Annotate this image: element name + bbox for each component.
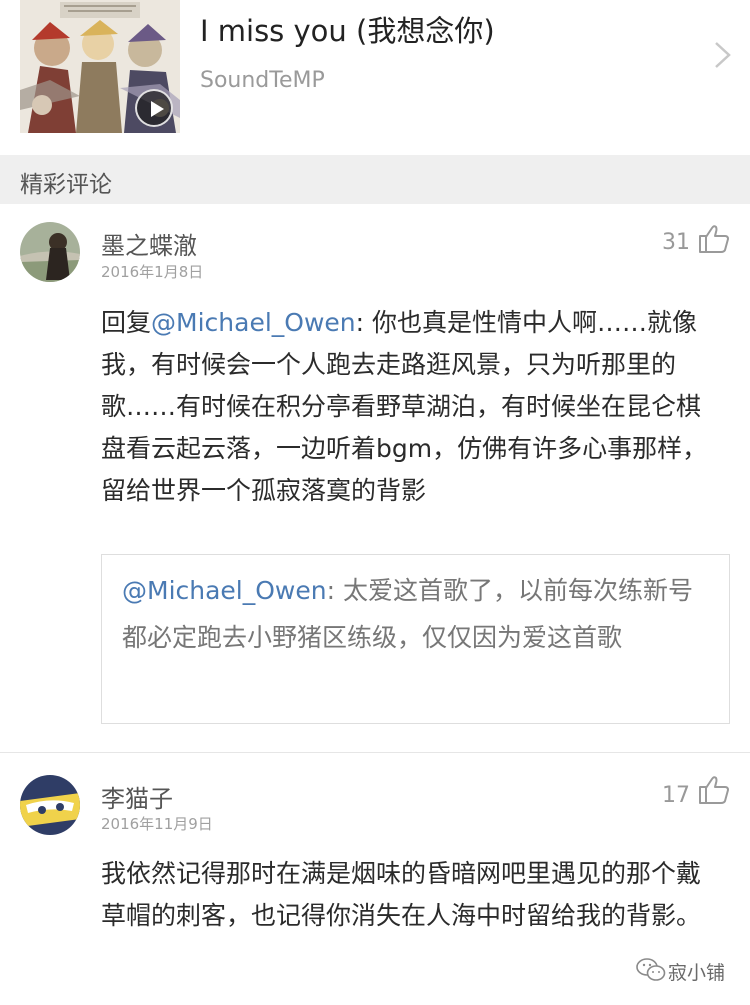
avatar[interactable]: [20, 222, 80, 282]
username[interactable]: 李猫子: [101, 779, 173, 814]
quoted-mention-link[interactable]: @Michael_Owen: [122, 576, 327, 605]
comment-text: 我依然记得那时在满是烟味的昏暗网吧里遇见的那个戴草帽的刺客，也记得你消失在人海中…: [101, 859, 702, 930]
avatar[interactable]: [20, 775, 80, 835]
song-title: I miss you (我想念你): [200, 14, 495, 48]
like-count: 31: [662, 230, 690, 255]
like-count: 17: [662, 783, 690, 808]
song-header[interactable]: I miss you (我想念你) SoundTeMP: [0, 0, 750, 155]
comment-text: 回复@Michael_Owen: 你也真是性情中人啊……就像我，有时候会一个人跑…: [101, 302, 721, 512]
mention-link[interactable]: @Michael_Owen: [151, 308, 356, 337]
section-header: 精彩评论: [0, 155, 750, 204]
song-artist[interactable]: SoundTeMP: [200, 68, 325, 93]
avatar-image: [20, 775, 80, 835]
comment-date: 2016年1月8日: [101, 263, 204, 281]
quoted-comment: @Michael_Owen: 太爱这首歌了，以前每次练新号都必定跑去小野猪区练级…: [101, 554, 730, 724]
username[interactable]: 墨之蝶澈: [101, 226, 197, 261]
reply-prefix: 回复: [101, 308, 152, 337]
avatar-image: [20, 222, 80, 282]
watermark-text: 寂小铺: [668, 962, 726, 984]
thumbs-up-icon[interactable]: [698, 775, 730, 805]
comment-content: : 你也真是性情中人啊……就像我，有时候会一个人跑去走路逛风景，只为听那里的歌……: [101, 308, 708, 505]
thumbs-up-icon[interactable]: [698, 224, 730, 254]
quoted-text: @Michael_Owen: 太爱这首歌了，以前每次练新号都必定跑去小野猪区练级…: [122, 567, 709, 661]
chevron-right-icon[interactable]: [712, 40, 734, 70]
comment-date: 2016年11月9日: [101, 815, 213, 833]
wechat-icon: [636, 958, 666, 981]
comment-item: 墨之蝶澈 2016年1月8日 31 回复@Michael_Owen: 你也真是性…: [0, 204, 750, 751]
section-title: 精彩评论: [20, 172, 112, 198]
play-button[interactable]: [135, 89, 173, 127]
